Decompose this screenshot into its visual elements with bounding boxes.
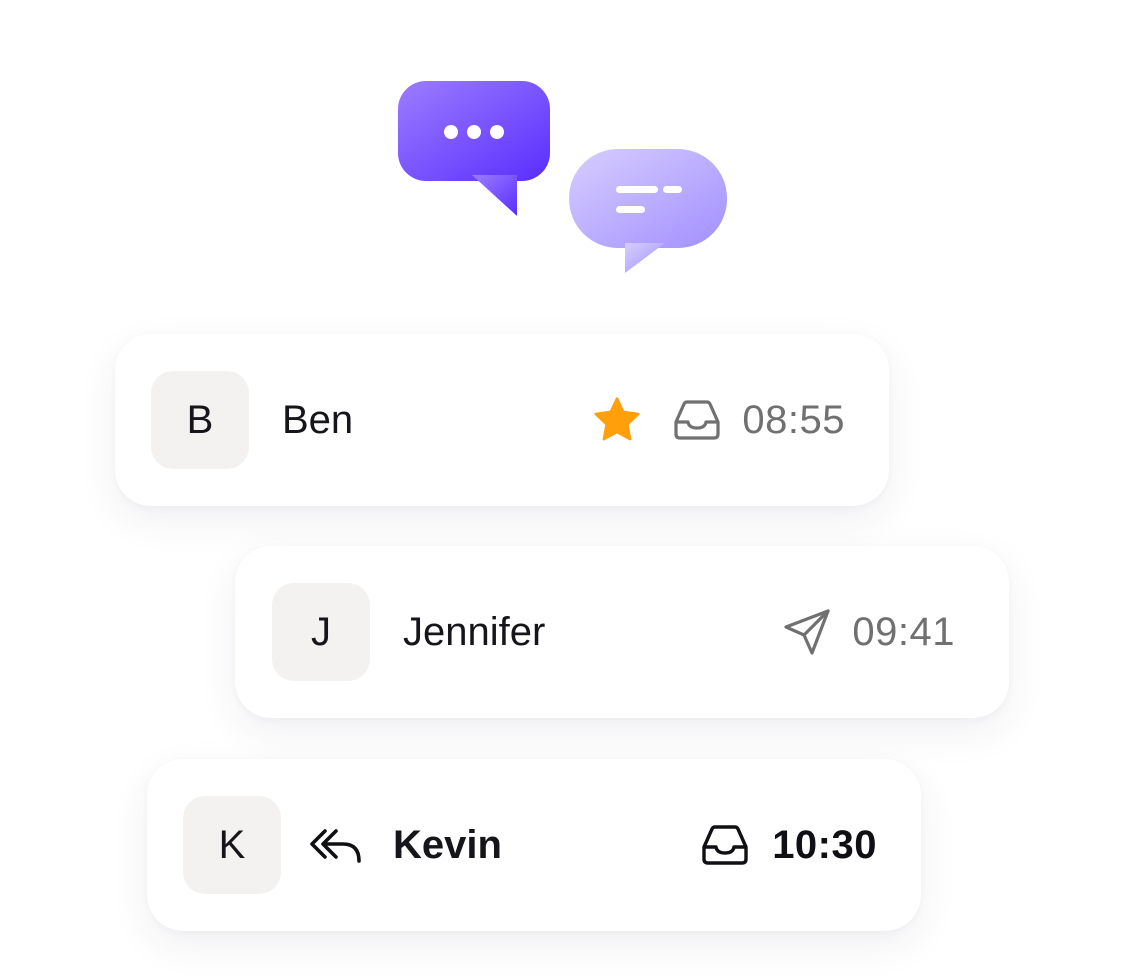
- reply-all-icon: [309, 825, 363, 865]
- avatar: K: [183, 796, 281, 894]
- message-meta: 08:55: [592, 396, 845, 444]
- message-meta: 09:41: [782, 607, 955, 657]
- inbox-icon: [700, 823, 750, 867]
- chat-illustration: [390, 75, 735, 280]
- chat-bubble-dots-icon: [398, 81, 550, 216]
- message-row-ben[interactable]: B Ben 08:55: [115, 334, 889, 506]
- message-time: 08:55: [742, 397, 845, 442]
- avatar: J: [272, 583, 370, 681]
- message-time: 10:30: [772, 822, 877, 867]
- message-meta: 10:30: [700, 823, 877, 868]
- contact-name: Jennifer: [403, 609, 546, 654]
- inbox-icon: [672, 398, 722, 442]
- avatar: B: [151, 371, 249, 469]
- message-row-kevin[interactable]: K Kevin 10:30: [147, 759, 921, 931]
- chat-bubble-lines-icon: [569, 149, 727, 273]
- message-row-jennifer[interactable]: J Jennifer 09:41: [235, 546, 1009, 718]
- star-icon[interactable]: [592, 396, 642, 444]
- send-icon: [782, 607, 832, 657]
- contact-name: Ben: [282, 397, 354, 442]
- message-time: 09:41: [852, 609, 955, 654]
- contact-name: Kevin: [393, 822, 502, 867]
